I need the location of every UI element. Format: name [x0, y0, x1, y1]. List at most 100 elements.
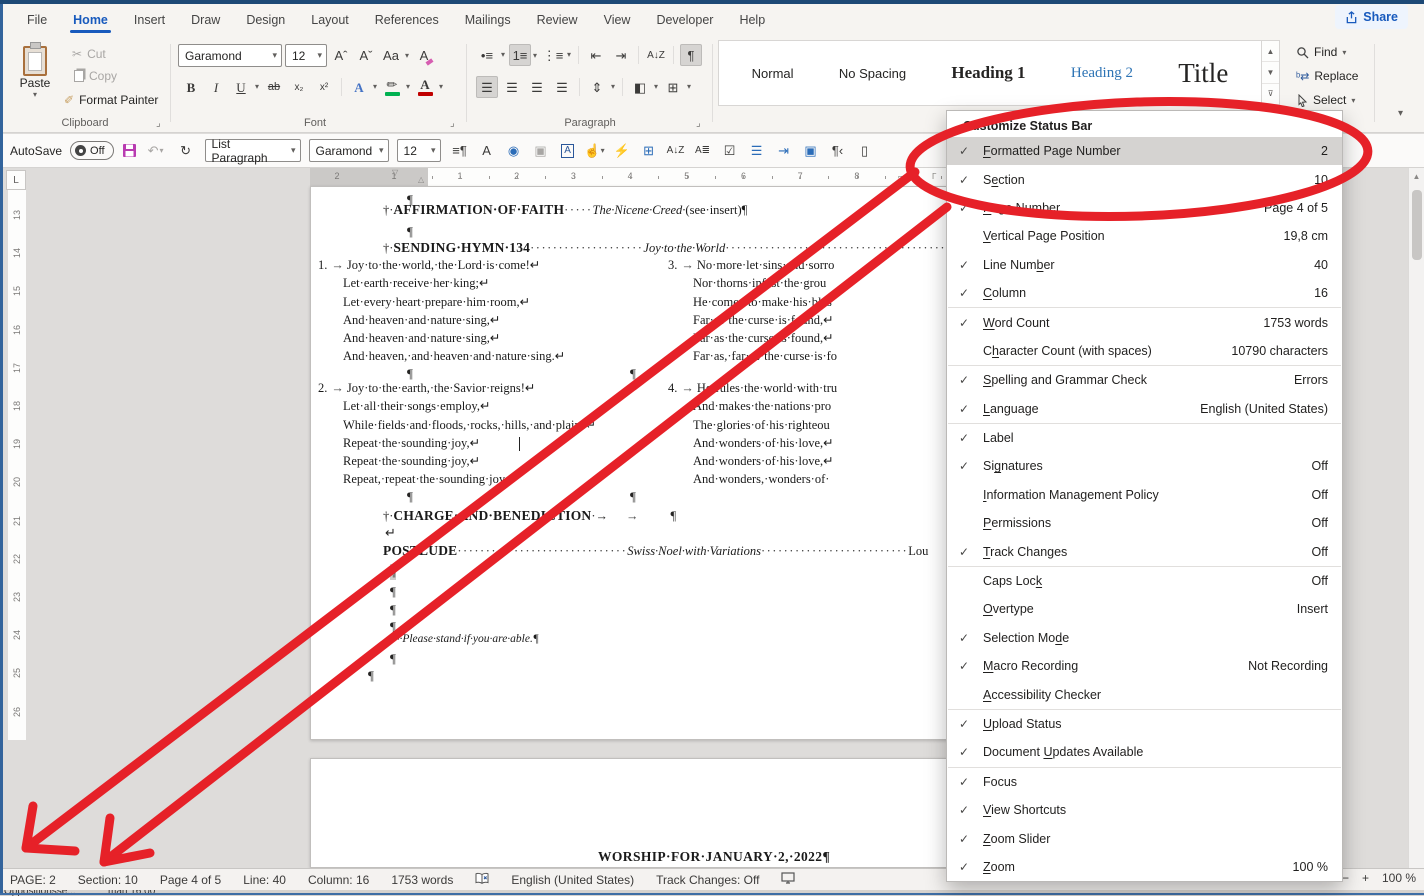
tab-selector[interactable]: L	[6, 170, 26, 190]
menu-item-word-count[interactable]: ✓ Word Count 1753 words	[947, 308, 1342, 336]
status-track-changes[interactable]: Track Changes: Off	[656, 873, 759, 887]
character-icon[interactable]: A	[476, 140, 498, 162]
line-numbering-icon[interactable]: A≣	[692, 140, 714, 162]
status-page-number[interactable]: Page 4 of 5	[160, 873, 221, 887]
menu-item-information-management-policy[interactable]: Information Management Policy Off	[947, 481, 1342, 509]
line-spacing-button[interactable]: ⇕ ▾	[586, 76, 615, 98]
menu-item-vertical-page-position[interactable]: Vertical Page Position 19,8 cm	[947, 222, 1342, 250]
copy-button[interactable]: Copy	[72, 66, 117, 86]
align-left-button[interactable]: ☰	[476, 76, 498, 98]
show-formatting-marks-button[interactable]: ¶	[680, 44, 702, 66]
numbering-button[interactable]: 1≡ ▾	[509, 44, 537, 66]
tab-mailings[interactable]: Mailings	[452, 4, 524, 36]
styles-gallery-scroll[interactable]: ▲ ▼ ⊽	[1262, 40, 1280, 106]
menu-item-view-shortcuts[interactable]: ✓ View Shortcuts	[947, 796, 1342, 824]
status-word-count[interactable]: 1753 words	[391, 873, 453, 887]
multilevel-list-button[interactable]: ⋮≡ ▾	[542, 44, 571, 66]
font-color-button[interactable]: A ▾	[414, 76, 443, 98]
tab-help[interactable]: Help	[726, 4, 778, 36]
align-center-button[interactable]: ☰	[501, 76, 523, 98]
menu-item-document-updates-available[interactable]: ✓ Document Updates Available	[947, 738, 1342, 766]
collapse-ribbon-icon[interactable]: ▾	[1398, 108, 1403, 119]
strikethrough-button[interactable]: ab	[263, 76, 285, 98]
subscript-button[interactable]: x₂	[288, 76, 310, 98]
style-title[interactable]: Title	[1178, 58, 1228, 89]
select-button[interactable]: Select ▾	[1296, 90, 1355, 110]
status-formatted-page-number[interactable]: PAGE: 2	[10, 873, 56, 887]
menu-item-formatted-page-number[interactable]: ✓ Formatted Page Number 2	[947, 137, 1342, 166]
underline-button[interactable]: U ▾	[230, 76, 259, 98]
borders-button[interactable]: ⊞ ▾	[662, 76, 691, 98]
menu-item-overtype[interactable]: Overtype Insert	[947, 595, 1342, 623]
blank-page-icon[interactable]: ▯	[854, 140, 876, 162]
tab-design[interactable]: Design	[233, 4, 298, 36]
share-button[interactable]: Share	[1335, 5, 1408, 29]
tab-view[interactable]: View	[591, 4, 644, 36]
find-button[interactable]: Find ▾	[1296, 42, 1346, 62]
menu-item-line-number[interactable]: ✓ Line Number 40	[947, 251, 1342, 279]
tab-review[interactable]: Review	[524, 4, 591, 36]
menu-item-label[interactable]: ✓ Label	[947, 424, 1342, 452]
change-case-button[interactable]: Aa ▾	[380, 45, 409, 67]
pilcrow-collapse-icon[interactable]: ¶‹	[827, 140, 849, 162]
justify-button[interactable]: ☰	[551, 76, 573, 98]
menu-item-zoom[interactable]: ✓ Zoom 100 %	[947, 853, 1342, 881]
display-settings-icon[interactable]	[781, 872, 796, 887]
text-box-icon[interactable]: A	[557, 140, 579, 162]
menu-item-caps-lock[interactable]: Caps Lock Off	[947, 567, 1342, 595]
grow-font-button[interactable]: Aˆ	[330, 45, 352, 67]
sort-az-icon[interactable]: A↓Z	[665, 140, 687, 162]
table-columns-icon[interactable]: ⊞	[638, 140, 660, 162]
tab-stop-marker[interactable]: ⌐	[898, 172, 903, 181]
scroll-up-icon[interactable]: ▲	[1409, 168, 1424, 181]
paragraph-settings-icon[interactable]: ≡¶	[449, 140, 471, 162]
style-heading-1[interactable]: Heading 1	[951, 63, 1025, 83]
text-effects-button[interactable]: A ▾	[348, 76, 377, 98]
cut-button[interactable]: ✂ Cut	[72, 44, 106, 64]
style-normal[interactable]: Normal	[752, 66, 794, 81]
menu-item-spelling-and-grammar-check[interactable]: ✓ Spelling and Grammar Check Errors	[947, 366, 1342, 394]
vertical-scrollbar[interactable]: ▲	[1408, 168, 1424, 868]
autosave-toggle[interactable]: Off	[70, 141, 114, 160]
tab-developer[interactable]: Developer	[643, 4, 726, 36]
proofing-book-icon[interactable]	[475, 872, 489, 888]
tab-home[interactable]: Home	[60, 4, 121, 36]
circle-icon[interactable]: ◉	[503, 140, 525, 162]
undo-button[interactable]: ↶ ▾	[145, 140, 167, 162]
sort-button[interactable]: A↓Z	[645, 44, 667, 66]
bullets-button[interactable]: •≡ ▾	[476, 44, 505, 66]
style-heading-2[interactable]: Heading 2	[1071, 65, 1133, 82]
menu-item-page-number[interactable]: ✓ Page Number Page 4 of 5	[947, 194, 1342, 222]
shading-button[interactable]: ◧ ▾	[629, 76, 658, 98]
status-section[interactable]: Section: 10	[78, 873, 138, 887]
tab-file[interactable]: File	[14, 4, 60, 36]
save-icon[interactable]	[122, 143, 137, 158]
menu-item-upload-status[interactable]: ✓ Upload Status	[947, 710, 1342, 738]
menu-item-column[interactable]: ✓ Column 16	[947, 279, 1342, 307]
zoom-in-button[interactable]: +	[1362, 871, 1369, 885]
menu-item-language[interactable]: ✓ Language English (United States)	[947, 395, 1342, 423]
zoom-level[interactable]: 100 %	[1382, 871, 1416, 885]
hanging-indent-marker[interactable]: △	[418, 175, 424, 184]
frame-icon[interactable]: ▣	[800, 140, 822, 162]
redo-button[interactable]: ↻	[175, 140, 197, 162]
hand-pointer-icon[interactable]: ☝ ▾	[584, 140, 606, 162]
right-tab-marker[interactable]: Γ	[932, 172, 936, 181]
next-page-icon[interactable]: ⇥	[773, 140, 795, 162]
increase-indent-button[interactable]: ⇥	[610, 44, 632, 66]
replace-button[interactable]: ᵇ⇄ Replace	[1296, 66, 1358, 86]
tab-insert[interactable]: Insert	[121, 4, 178, 36]
font-dialog-launcher[interactable]: ⌟	[450, 118, 455, 129]
qat-size-combo[interactable]: 12 ▾	[396, 139, 441, 162]
tab-layout[interactable]: Layout	[298, 4, 362, 36]
menu-item-track-changes[interactable]: ✓ Track Changes Off	[947, 537, 1342, 565]
superscript-button[interactable]: x²	[313, 76, 335, 98]
tab-draw[interactable]: Draw	[178, 4, 233, 36]
gallery-up-icon[interactable]: ▲	[1262, 41, 1279, 63]
vertical-ruler[interactable]: 13 14 15 16 17 18 19 20 21 22 23 24 25 26	[8, 186, 26, 740]
align-right-button[interactable]: ☰	[526, 76, 548, 98]
clipboard-dialog-launcher[interactable]: ⌟	[156, 118, 161, 129]
bullet-list-icon[interactable]: ☰	[746, 140, 768, 162]
qat-font-combo[interactable]: Garamond ▾	[308, 139, 389, 162]
font-size-combo[interactable]: 12 ▾	[285, 44, 327, 67]
